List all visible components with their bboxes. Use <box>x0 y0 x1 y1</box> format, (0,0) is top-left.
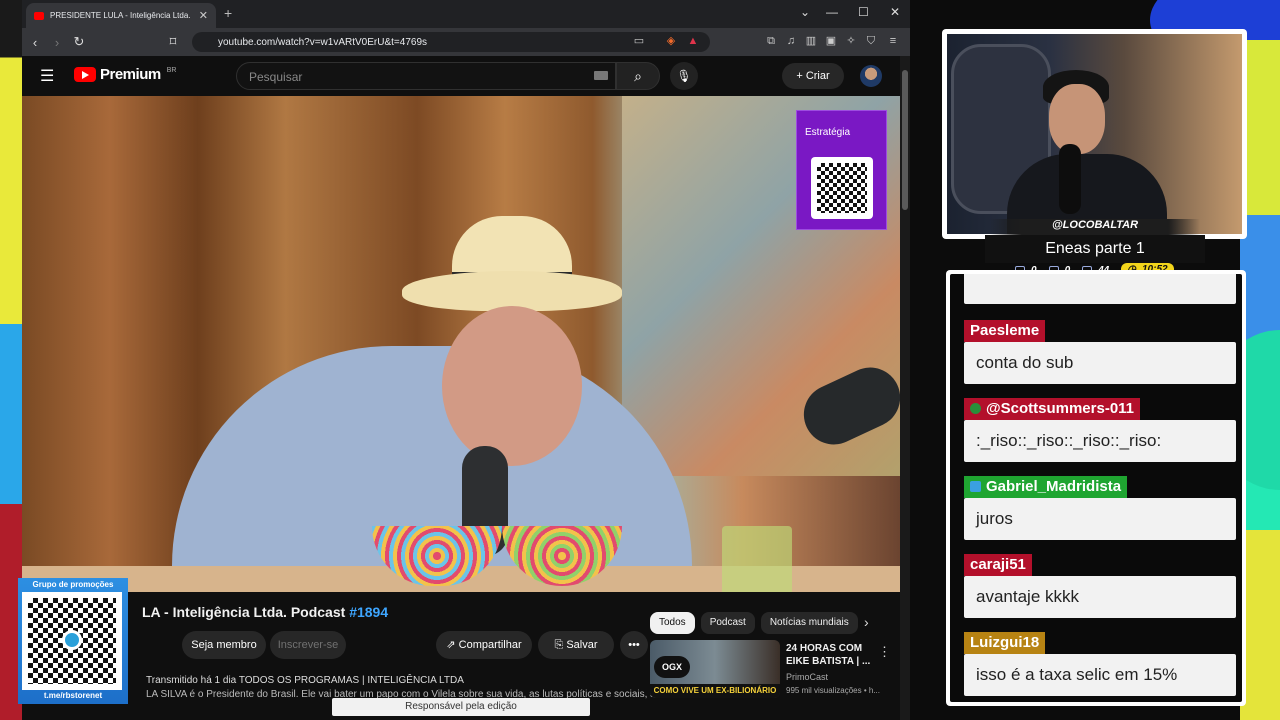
avatar[interactable] <box>860 65 882 87</box>
video-meta: Transmitido há 1 dia TODOS OS PROGRAMAS … <box>146 675 464 686</box>
youtube-premium-logo[interactable]: Premium BR <box>74 66 176 83</box>
recommendation-title[interactable]: 24 HORAS COM EIKE BATISTA | ... <box>786 642 872 668</box>
youtube-favicon-icon <box>34 11 44 20</box>
close-window-button[interactable]: ✕ <box>890 5 900 19</box>
chat-username: Luizgui18 <box>964 632 1046 654</box>
streamer-handle: @LOCOBALTAR <box>990 219 1200 235</box>
thumbnail-logo: OGX <box>654 656 690 678</box>
webcam-feed <box>947 34 1242 234</box>
voice-search-button[interactable]: 🎙 <box>670 62 698 90</box>
chat-overlay: Paesleme conta do sub @Scottsummers-011 … <box>946 270 1246 706</box>
close-tab-icon[interactable]: ✕ <box>199 9 208 22</box>
url-text: youtube.com/watch?v=w1vARtV0ErU&t=4769s <box>218 36 427 48</box>
browser-menu-icon[interactable]: ≡ <box>886 34 900 48</box>
telegram-icon <box>62 630 82 650</box>
recommendation-menu-icon[interactable]: ⋮ <box>878 644 891 660</box>
chat-text: :_riso::_riso::_riso::_riso: <box>964 420 1236 462</box>
recommendation-chips: Todos Podcast Notícias mundiais <box>650 612 858 634</box>
scrollbar-thumb[interactable] <box>902 70 908 210</box>
share-button[interactable]: ⇗ Compartilhar <box>436 631 532 659</box>
thumbnail-caption: COMO VIVE UM EX-BILIONÁRIO <box>650 684 780 698</box>
media-icon[interactable]: ♫ <box>784 34 798 48</box>
chip-all[interactable]: Todos <box>650 612 695 634</box>
tab-search-icon[interactable]: ⌄ <box>800 5 810 19</box>
brave-rewards-icon[interactable]: ▲ <box>686 34 700 48</box>
webcam-overlay <box>942 29 1247 239</box>
chat-text: conta do sub <box>964 342 1236 384</box>
chevron-right-icon[interactable]: › <box>864 614 869 630</box>
chat-message: Paesleme conta do sub <box>964 320 1236 384</box>
youtube-play-icon <box>74 67 96 82</box>
chat-message: Luizgui18 isso é a taxa selic em 15% <box>964 632 1236 696</box>
chat-username: caraji51 <box>964 554 1032 576</box>
search-icon: ⌕ <box>634 68 642 84</box>
minimize-button[interactable]: — <box>826 5 838 19</box>
bookmark-icon[interactable]: ⌑ <box>162 34 184 50</box>
video-player[interactable] <box>22 96 900 592</box>
status-tooltip: Responsável pela edição <box>332 698 590 716</box>
chip-podcast[interactable]: Podcast <box>700 612 755 634</box>
cast-icon[interactable]: ▭ <box>632 34 646 48</box>
microphone-icon: 🎙 <box>676 69 692 83</box>
browser-window: PRESIDENTE LULA - Inteligência Ltda. Pod… <box>22 0 910 720</box>
previous-message-tail <box>964 274 1236 304</box>
chat-message: Gabriel_Madridista juros <box>964 476 1236 540</box>
extensions-icon[interactable]: ⧉ <box>764 34 778 48</box>
back-button[interactable]: ‹ <box>24 35 46 50</box>
recommendation-channel[interactable]: PrimoCast <box>786 672 828 682</box>
chat-text: avantaje kkkk <box>964 576 1236 618</box>
leo-ai-icon[interactable]: ✧ <box>844 34 858 48</box>
stream-title: Eneas parte 1 <box>985 235 1205 263</box>
chat-message: caraji51 avantaje kkkk <box>964 554 1236 618</box>
browser-tab[interactable]: PRESIDENTE LULA - Inteligência Ltda. Pod… <box>26 3 216 28</box>
subscribe-button[interactable]: Inscrever-se <box>270 631 346 659</box>
chat-message: @Scottsummers-011 :_riso::_riso::_riso::… <box>964 398 1236 462</box>
chat-username: @Scottsummers-011 <box>964 398 1141 420</box>
promo-qr-overlay: Grupo de promoções t.me/rbstorenet <box>18 578 128 704</box>
chat-text: isso é a taxa selic em 15% <box>964 654 1236 696</box>
channel-badge-icon <box>970 403 981 414</box>
brave-shield-icon[interactable]: ◈ <box>664 34 678 48</box>
sponsor-overlay: Estratégia <box>796 110 887 230</box>
recommendation-views: 995 mil visualizações • h... <box>786 686 880 695</box>
forward-button[interactable]: › <box>46 35 68 50</box>
promo-url: t.me/rbstorenet <box>43 691 103 700</box>
sponsor-name: Estratégia <box>805 127 851 138</box>
plus-icon: + <box>796 70 806 82</box>
chat-username: Gabriel_Madridista <box>964 476 1128 498</box>
logo-text: Premium <box>100 66 161 83</box>
hamburger-menu-icon[interactable]: ☰ <box>40 66 54 86</box>
search-button[interactable]: ⌕ <box>616 62 660 90</box>
chat-text: juros <box>964 498 1236 540</box>
ellipsis-icon: ••• <box>628 639 640 651</box>
new-tab-button[interactable]: + <box>224 5 232 21</box>
wallet-icon[interactable]: ▣ <box>824 34 838 48</box>
region-code: BR <box>166 67 177 74</box>
recommendation-thumbnail[interactable]: OGX COMO VIVE UM EX-BILIONÁRIO <box>650 640 780 698</box>
bookmark-save-icon: ⎘ <box>554 639 567 651</box>
sidebar-icon[interactable]: ▥ <box>804 34 818 48</box>
youtube-badge-icon <box>970 481 981 492</box>
promo-label: Grupo de promoções <box>32 580 114 589</box>
share-icon: ⇗ <box>446 639 459 651</box>
more-actions-button[interactable]: ••• <box>620 631 648 659</box>
chat-username: Paesleme <box>964 320 1046 342</box>
tab-title: PRESIDENTE LULA - Inteligência Ltda. Pod… <box>50 11 193 20</box>
create-label: Criar <box>805 70 830 82</box>
chip-world-news[interactable]: Notícias mundiais <box>760 612 858 634</box>
save-button[interactable]: ⎘ Salvar <box>538 631 614 659</box>
sponsor-qr-code <box>811 157 873 219</box>
join-button[interactable]: Seja membro <box>182 631 266 659</box>
vpn-icon[interactable]: ⛉ <box>864 34 878 48</box>
keyboard-icon[interactable] <box>594 71 608 80</box>
video-title: LA - Inteligência Ltda. Podcast #1894 <box>142 604 389 620</box>
reload-button[interactable]: ↻ <box>68 34 90 50</box>
search-input[interactable]: Pesquisar <box>236 62 616 90</box>
hashtag-link[interactable]: #1894 <box>349 604 388 620</box>
maximize-button[interactable]: ☐ <box>858 5 869 19</box>
create-button[interactable]: + Criar <box>782 63 844 89</box>
